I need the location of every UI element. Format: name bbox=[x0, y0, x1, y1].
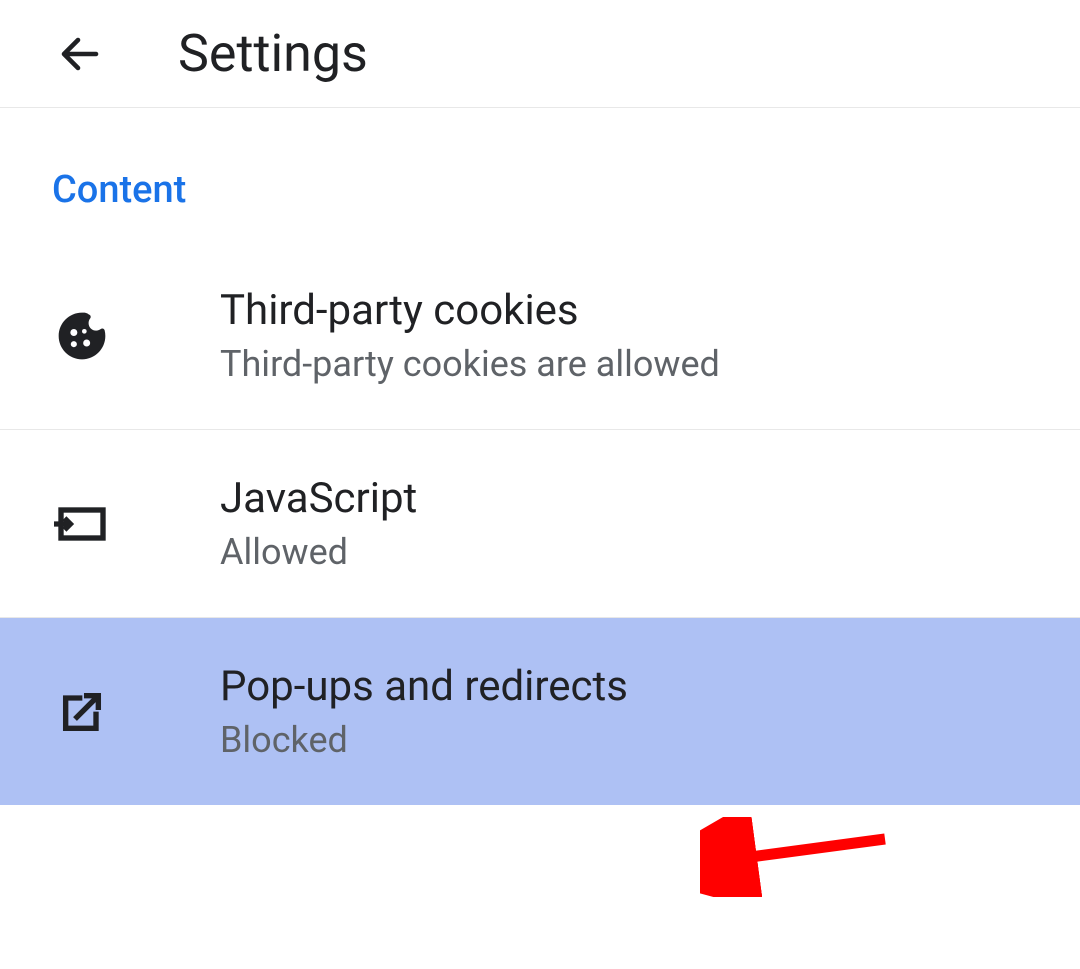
settings-item-popups[interactable]: Pop-ups and redirects Blocked bbox=[0, 618, 1080, 805]
section-label: Content bbox=[0, 108, 1080, 242]
open-in-new-icon bbox=[52, 682, 112, 742]
settings-item-cookies[interactable]: Third-party cookies Third-party cookies … bbox=[0, 242, 1080, 430]
page-title: Settings bbox=[178, 23, 368, 84]
red-arrow-annotation bbox=[700, 817, 900, 897]
item-title: JavaScript bbox=[220, 474, 417, 523]
item-subtitle: Third-party cookies are allowed bbox=[220, 343, 720, 385]
item-title: Third-party cookies bbox=[220, 286, 720, 335]
header: Settings bbox=[0, 0, 1080, 108]
item-title: Pop-ups and redirects bbox=[220, 662, 628, 711]
cookie-icon bbox=[52, 306, 112, 366]
input-icon bbox=[52, 494, 112, 554]
item-subtitle: Blocked bbox=[220, 719, 628, 761]
item-text: Third-party cookies Third-party cookies … bbox=[220, 286, 720, 385]
item-text: JavaScript Allowed bbox=[220, 474, 417, 573]
settings-item-javascript[interactable]: JavaScript Allowed bbox=[0, 430, 1080, 618]
item-text: Pop-ups and redirects Blocked bbox=[220, 662, 628, 761]
arrow-left-icon bbox=[56, 30, 104, 78]
back-button[interactable] bbox=[52, 26, 108, 82]
item-subtitle: Allowed bbox=[220, 531, 417, 573]
